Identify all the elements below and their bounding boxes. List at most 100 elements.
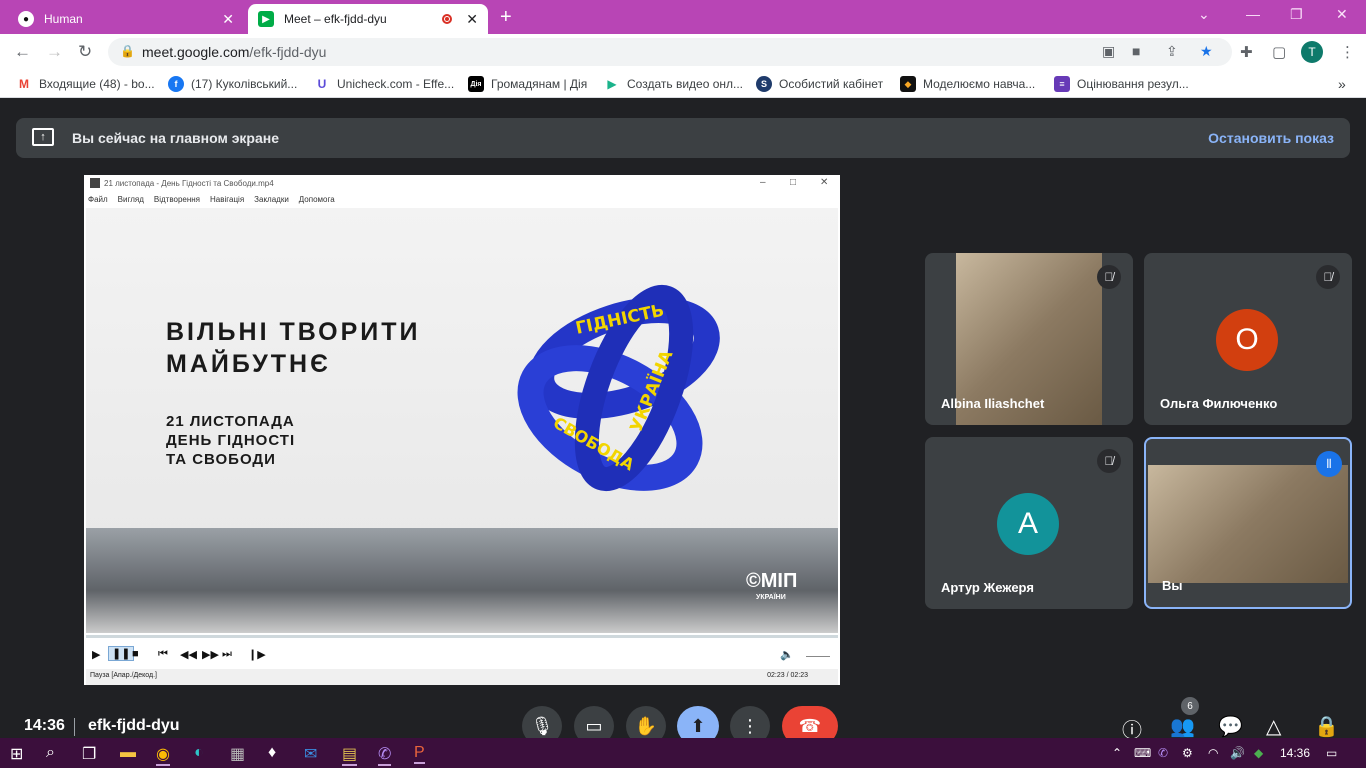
url-domain: meet.google.com	[142, 44, 250, 60]
tab-strip: ● Human ✕ ▶ Meet – efk-fjdd-dyu ✕ + ⌄ — …	[0, 0, 1366, 34]
gmail-icon: M	[16, 76, 32, 92]
search-icon[interactable]: ⌕	[46, 744, 55, 762]
participant-tile[interactable]: 🎙̸ А Артур Жежеря	[925, 437, 1133, 609]
stop-presenting-button[interactable]: Остановить показ	[1208, 130, 1334, 146]
calculator-icon[interactable]: ▦	[230, 744, 245, 764]
keyboard-icon[interactable]: ⌨	[1134, 746, 1151, 760]
taskbar-clock[interactable]: 14:36	[1280, 746, 1310, 760]
player-menu-item[interactable]: Допомога	[299, 195, 335, 204]
activities-icon[interactable]: △	[1266, 714, 1281, 739]
lock-icon[interactable]: 🔒	[120, 44, 135, 58]
bookmark-forms[interactable]: ≡ Оцінювання резул...	[1054, 76, 1189, 92]
address-bar[interactable]: 🔒 meet.google.com/efk-fjdd-dyu ▣ ■ ⇪ ★	[108, 38, 1232, 66]
seek-bar[interactable]	[86, 632, 838, 640]
player-maximize-icon[interactable]: □	[790, 177, 796, 188]
restore-icon[interactable]: ❐	[1290, 6, 1303, 23]
bookmark-label: Создать видео онл...	[627, 77, 744, 91]
camera-blocked-icon[interactable]: ▣	[1102, 43, 1115, 60]
rewind-icon[interactable]: ◀◀	[180, 648, 197, 661]
meeting-code: efk-fjdd-dyu	[88, 717, 180, 734]
bookmark-modeling[interactable]: ◆ Моделюємо навча...	[900, 76, 1035, 92]
viber-tray-icon[interactable]: ✆	[1158, 746, 1168, 760]
play-icon[interactable]: ▶	[92, 648, 100, 661]
speaker-icon[interactable]: 🔊	[1230, 746, 1245, 760]
ribbon-globe-graphic: ГІДНІСТЬ УКРАЇНА СВОБОДА	[517, 284, 720, 492]
skip-forward-icon[interactable]: ⏭	[222, 648, 232, 661]
shared-screen: 21 листопада - День Гідності та Свободи.…	[84, 175, 840, 685]
frame-step-icon[interactable]: ❙▶	[248, 648, 266, 661]
fast-forward-icon[interactable]: ▶▶	[202, 648, 219, 661]
mail-icon[interactable]: ✉	[304, 744, 317, 764]
profile-avatar[interactable]: T	[1301, 41, 1323, 63]
self-tile[interactable]: ⦀ Вы	[1144, 437, 1352, 609]
stop-icon[interactable]: ■	[132, 648, 139, 660]
reload-icon[interactable]: ↻	[78, 42, 92, 62]
chrome-icon[interactable]: ◉	[156, 744, 170, 766]
more-bookmarks-chevron-icon[interactable]: »	[1338, 76, 1346, 92]
modeling-icon: ◆	[900, 76, 916, 92]
volume-icon[interactable]: 🔈	[780, 648, 794, 661]
present-screen-icon: ↑	[32, 128, 54, 146]
bookmark-label: Особистий кабінет	[779, 77, 884, 91]
bookmark-gmail[interactable]: M Входящие (48) - bo...	[16, 76, 155, 92]
chat-icon[interactable]: 💬	[1218, 714, 1243, 739]
bookmark-facebook[interactable]: f (17) Куколівський...	[168, 76, 297, 92]
volume-slider[interactable]	[806, 649, 830, 657]
player-close-icon[interactable]: ✕	[820, 177, 828, 188]
viber-icon[interactable]: ✆	[378, 744, 392, 766]
tab-human[interactable]: ● Human ✕	[8, 4, 244, 34]
bookmark-star-icon[interactable]: ★	[1200, 43, 1213, 60]
player-menu-item[interactable]: Файл	[88, 195, 108, 204]
host-controls-icon[interactable]: 🔒	[1314, 714, 1339, 739]
powerpoint-icon[interactable]: P	[414, 744, 425, 764]
skip-back-icon[interactable]: ⏮	[158, 648, 168, 661]
bookmark-label: Unicheck.com - Effe...	[337, 77, 455, 91]
tab-search-chevron-icon[interactable]: ⌄	[1198, 6, 1210, 23]
player-menu-item[interactable]: Закладки	[254, 195, 289, 204]
tab-meet[interactable]: ▶ Meet – efk-fjdd-dyu ✕	[248, 4, 488, 34]
edge-icon[interactable]: ◐	[194, 744, 204, 762]
close-icon[interactable]: ✕	[222, 11, 234, 28]
share-icon[interactable]: ⇪	[1166, 43, 1178, 60]
url-path: /efk-fjdd-dyu	[249, 44, 327, 60]
tray-chevron-icon[interactable]: ⌃	[1112, 746, 1122, 760]
bookmark-unicheck[interactable]: U Unicheck.com - Effe...	[314, 76, 454, 92]
participant-tile[interactable]: 🎙̸ Albina Iliashchet	[925, 253, 1133, 425]
extensions-icon[interactable]: ✚	[1240, 43, 1253, 61]
presenting-banner: ↑ Вы сейчас на главном экране Остановить…	[16, 118, 1350, 158]
task-view-icon[interactable]: ❐	[82, 744, 96, 764]
file-explorer-icon[interactable]: ▬	[120, 744, 136, 762]
tab-label: Human	[44, 12, 83, 26]
video-camera-icon[interactable]: ■	[1132, 43, 1140, 59]
pause-icon[interactable]: ❚❚	[108, 646, 135, 661]
bookmark-diia[interactable]: Дія Громадянам | Дія	[468, 76, 587, 92]
player-minimize-icon[interactable]: –	[760, 177, 766, 188]
maps-pin-icon[interactable]: ♦	[268, 744, 276, 762]
bookmark-cabinet[interactable]: S Особистий кабінет	[756, 76, 883, 92]
video-player-icon[interactable]: ▤	[342, 744, 358, 766]
player-menu-item[interactable]: Відтворення	[154, 195, 200, 204]
minimize-icon[interactable]: —	[1246, 6, 1260, 22]
player-menu: Файл Вигляд Відтворення Навігація Заклад…	[88, 195, 335, 204]
close-icon[interactable]: ✕	[466, 11, 478, 28]
back-arrow-icon[interactable]: ←	[14, 42, 31, 62]
new-tab-plus-icon[interactable]: +	[500, 6, 512, 29]
close-window-icon[interactable]: ✕	[1336, 6, 1348, 23]
play-triangle-icon: ▶	[604, 76, 620, 92]
reading-list-icon[interactable]: ▢	[1272, 43, 1286, 61]
windows-start-icon[interactable]: ⊞	[10, 744, 23, 764]
people-icon[interactable]: 👥	[1170, 714, 1195, 739]
notifications-icon[interactable]: ▭	[1326, 746, 1337, 760]
wifi-icon[interactable]: ◠	[1208, 746, 1218, 760]
mip-logo-sub: УКРАЇНИ	[756, 594, 786, 601]
network-share-icon[interactable]: ⚙	[1182, 746, 1193, 760]
shield-icon[interactable]: ◆	[1254, 746, 1263, 760]
player-menu-item[interactable]: Навігація	[210, 195, 244, 204]
menu-dots-icon[interactable]: ⋮	[1340, 43, 1355, 61]
player-menu-item[interactable]: Вигляд	[118, 195, 144, 204]
avatar: О	[1216, 309, 1278, 371]
participant-tile[interactable]: 🎙̸ О Ольга Филюченко	[1144, 253, 1352, 425]
player-app-icon	[90, 178, 100, 188]
forward-arrow-icon[interactable]: →	[46, 42, 63, 62]
bookmark-video[interactable]: ▶ Создать видео онл...	[604, 76, 743, 92]
